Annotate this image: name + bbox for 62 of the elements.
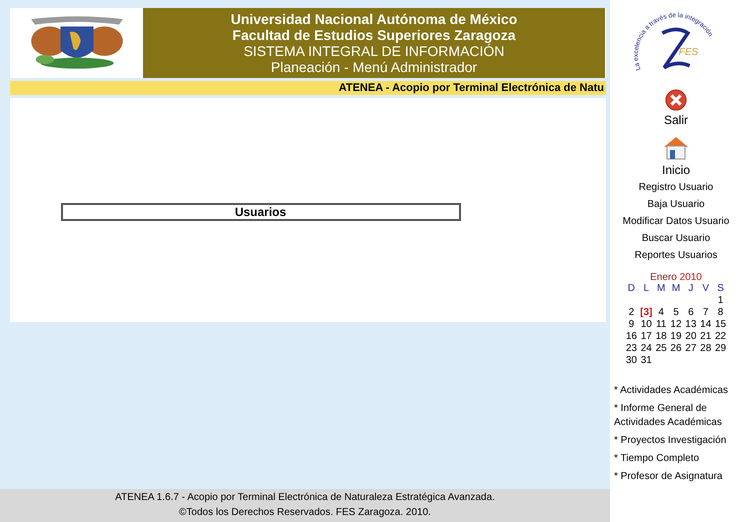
calendar-day[interactable]: 11 [654,319,669,331]
menu-link[interactable]: Baja Usuario [647,196,705,213]
menu-link[interactable]: Reportes Usuarios [634,247,718,264]
report-link[interactable]: * Tiempo Completo [614,452,742,466]
calendar-day[interactable]: 24 [638,343,654,355]
menu-link[interactable]: Modificar Datos Usuario [622,213,730,230]
nav-link[interactable]: Salir [664,113,688,127]
calendar-day[interactable]: 8 [713,307,728,319]
calendar-day[interactable]: 18 [654,331,669,343]
calendar-day[interactable]: 16 [624,331,639,343]
weekday-label: S [716,283,725,295]
calendar-year: 2010 [680,272,702,283]
weekday-label: M [656,283,666,295]
calendar-day[interactable]: 22 [713,331,728,343]
calendar-day[interactable]: 10 [638,319,654,331]
report-link[interactable]: * Actividades Académicas [614,384,742,398]
weekday-label: V [701,283,710,295]
calendar-day[interactable]: 28 [698,343,714,355]
calendar-day[interactable]: 27 [683,343,698,355]
calendar-day[interactable]: 29 [713,343,728,355]
calendar-day[interactable]: 20 [683,331,698,343]
weekday-label: M [670,283,682,295]
calendar-day[interactable]: 21 [698,331,714,343]
calendar-day[interactable]: 9 [624,319,639,331]
calendar-month: Enero [650,272,677,283]
calendar-day[interactable]: 13 [683,319,698,331]
calendar-day[interactable]: 17 [638,331,654,343]
header-title: Universidad Nacional Autónoma de México [230,11,518,27]
footer-text: ©Todos los Derechos Reservados. FES Zaragoza. 2010. [179,506,431,520]
report-link[interactable]: * Proyectos Investigación [614,434,742,448]
house-icon[interactable] [662,135,690,161]
report-link[interactable]: * Informe General de Actividades Académicas [614,402,742,430]
menu-link[interactable]: Registro Usuario [638,179,714,196]
calendar-day[interactable]: 26 [668,343,684,355]
calendar-day[interactable]: 19 [668,331,684,343]
weekday-label: L [642,283,650,295]
menu-link[interactable]: Buscar Usuario [642,230,710,247]
header-title: SISTEMA INTEGRAL DE INFORMACIÓN [244,43,504,59]
calendar-day[interactable]: 31 [638,355,654,367]
calendar-day[interactable]: 2 [624,307,639,319]
calendar-day[interactable]: 12 [668,319,684,331]
calendar-day[interactable]: 30 [624,355,639,367]
calendar-day[interactable]: 4 [654,307,669,319]
nav-link[interactable]: Inicio [662,163,690,177]
calendar-day[interactable]: 14 [698,319,714,331]
calendar-day[interactable]: 15 [713,319,728,331]
marquee-text: ATENEA - Acopio por Terminal Electrónica de Natu [338,82,604,94]
calendar-day[interactable]: 25 [654,343,669,355]
close-icon[interactable] [665,89,687,111]
footer-text: ATENEA 1.6.7 - Acopio por Terminal Electrónica de Naturaleza Estratégica Avanzada. [115,491,495,505]
calendar-day[interactable]: 1 [713,295,728,307]
calendar-day[interactable]: 5 [668,307,684,319]
header-title: Planeación - Menú Administrador [270,59,478,75]
calendar-day[interactable]: 7 [698,307,714,319]
weekday-label: J [687,283,694,295]
calendar-day[interactable]: [3] [638,307,654,319]
weekday-label: D [626,283,636,295]
header-title: Facultad de Estudios Superiores Zaragoza [232,27,516,43]
report-link[interactable]: * Profesor de Asignatura [614,470,742,484]
calendar-day[interactable]: 23 [624,343,639,355]
calendar-day[interactable]: 6 [683,307,698,319]
section-title: Usuarios [60,203,460,221]
